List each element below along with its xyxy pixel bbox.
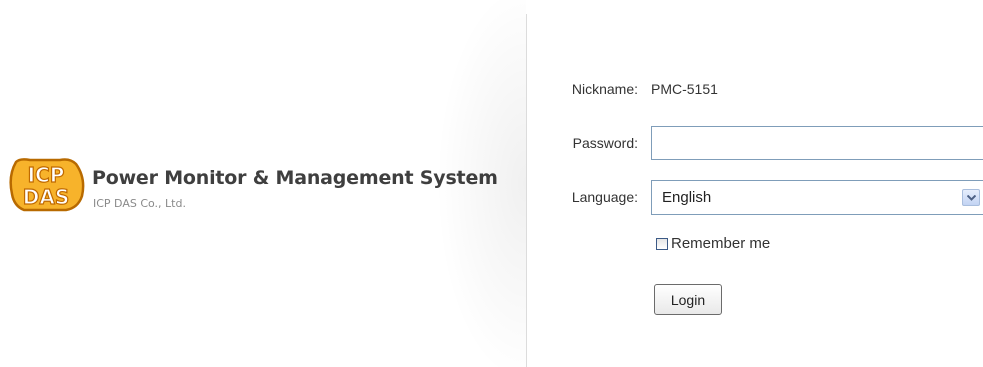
login-button[interactable]: Login [654,284,722,315]
icpdas-logo: ICP DAS [6,156,86,214]
chevron-down-icon[interactable] [962,189,980,206]
remember-me-label[interactable]: Remember me [671,235,770,252]
language-select[interactable]: English [651,180,983,215]
password-field[interactable] [651,126,983,160]
password-label: Password: [572,135,638,151]
remember-me-checkbox[interactable] [656,238,668,250]
brand-panel: ICP DAS Power Monitor & Management Syste… [6,150,498,220]
vertical-divider [526,14,527,367]
login-page: ICP DAS Power Monitor & Management Syste… [0,0,983,367]
language-selected-value: English [662,189,712,206]
svg-text:ICP: ICP [28,163,65,187]
nickname-label: Nickname: [571,81,638,97]
nickname-value: PMC-5151 [651,81,718,97]
svg-text:DAS: DAS [23,185,69,209]
panel-shadow [430,0,526,367]
company-name: ICP DAS Co., Ltd. [93,197,186,210]
language-label: Language: [571,189,638,205]
